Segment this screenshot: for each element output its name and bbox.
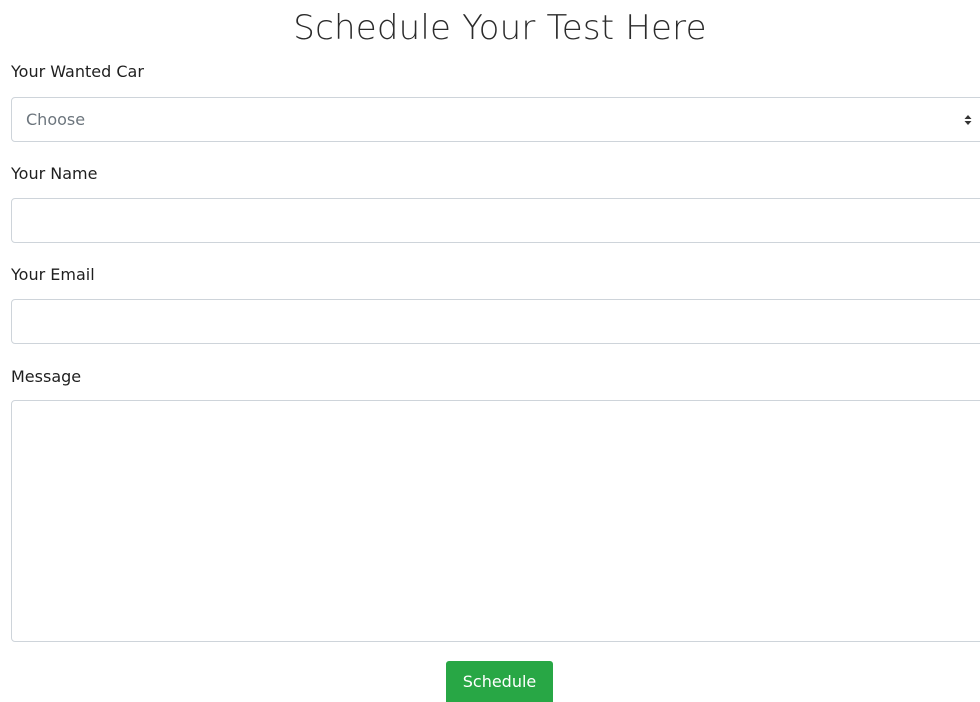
schedule-form-page: Schedule Your Test Here Your Wanted Car … <box>0 0 980 702</box>
message-label: Message <box>11 367 82 386</box>
car-label: Your Wanted Car <box>11 62 144 81</box>
name-input[interactable] <box>11 198 980 243</box>
message-textarea[interactable] <box>11 400 980 642</box>
updown-caret-icon <box>964 115 972 125</box>
car-select-value: Choose <box>26 110 86 129</box>
schedule-button[interactable]: Schedule <box>446 661 553 702</box>
name-label: Your Name <box>11 164 98 183</box>
email-label: Your Email <box>11 265 95 284</box>
email-input[interactable] <box>11 299 980 344</box>
page-title: Schedule Your Test Here <box>293 8 707 48</box>
car-select[interactable]: Choose <box>11 97 980 142</box>
